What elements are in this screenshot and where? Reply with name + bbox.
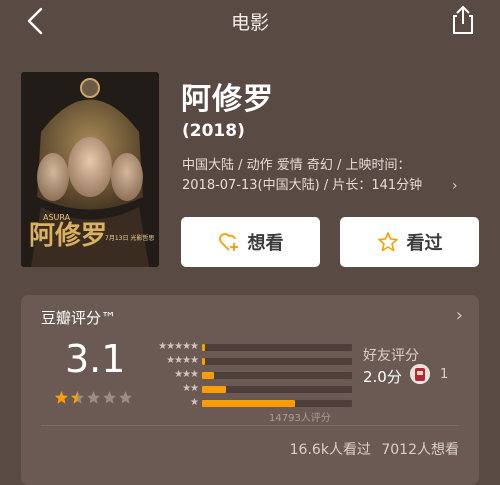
- rating-panel-label: 豆瓣评分™: [41, 309, 117, 327]
- chevron-right-icon: ›: [455, 305, 463, 326]
- distribution-stars-label: ★: [190, 397, 199, 408]
- chevron-right-icon: ›: [452, 178, 458, 194]
- distribution-stars-label: ★★★★★: [158, 341, 199, 352]
- top-bar: 电影: [0, 0, 500, 42]
- movie-title: 阿修罗: [181, 82, 274, 117]
- panel-divider: [41, 425, 459, 426]
- distribution-row: ★★: [146, 383, 361, 395]
- friend-rating-score: 2.0分: [363, 368, 402, 386]
- movie-poster[interactable]: 阿修罗 ASURA 7月13日 光影哲思: [21, 72, 159, 267]
- distribution-bar: [202, 400, 295, 407]
- distribution-track: [202, 386, 352, 393]
- want-to-watch-button[interactable]: 想看: [181, 217, 320, 267]
- want-to-watch-label: 想看: [247, 233, 284, 254]
- distribution-row: ★★★★★: [146, 341, 361, 353]
- svg-text:ASURA: ASURA: [43, 213, 71, 222]
- star-outline-icon: [377, 232, 398, 252]
- watched-button[interactable]: 看过: [340, 217, 479, 267]
- watch-stats: 16.6k人看过 7012人想看: [289, 442, 459, 458]
- distribution-track: [202, 400, 352, 407]
- watched-label: 看过: [406, 233, 443, 254]
- distribution-row: ★★★★: [146, 355, 361, 367]
- rating-star-icon: [71, 391, 84, 404]
- rating-star-icon: [87, 391, 100, 404]
- distribution-bar: [202, 386, 226, 393]
- distribution-stars-label: ★★★: [174, 369, 199, 380]
- distribution-track: [202, 344, 352, 351]
- rating-panel[interactable]: 豆瓣评分™ › 3.1 ★★★★★ ★★★★ ★★★ ★★ ★ 14793人评分 好友评…: [21, 295, 479, 485]
- share-icon[interactable]: [448, 4, 478, 36]
- heart-plus-icon: [218, 233, 238, 251]
- friend-rating-count: 1: [440, 367, 449, 382]
- movie-meta-line2: 2018-07-13(中国大陆) / 片长：141分钟 ›: [182, 176, 472, 196]
- page-title: 电影: [230, 12, 269, 34]
- svg-text:7月13日 光影哲思: 7月13日 光影哲思: [105, 234, 154, 242]
- rating-distribution: ★★★★★ ★★★★ ★★★ ★★ ★: [146, 341, 361, 411]
- distribution-track: [202, 358, 352, 365]
- movie-meta-line1: 中国大陆 / 动作 爱情 奇幻 / 上映时间：: [182, 158, 411, 173]
- poster-logo-text: 阿修罗: [29, 220, 107, 251]
- movie-meta-line2-text: 2018-07-13(中国大陆) / 片长：141分钟: [182, 178, 423, 193]
- rating-stars: [54, 390, 133, 405]
- poster-art: 阿修罗 ASURA 7月13日 光影哲思: [21, 72, 159, 267]
- rating-score: 3.1: [65, 337, 126, 381]
- movie-meta[interactable]: 中国大陆 / 动作 爱情 奇幻 / 上映时间： 2018-07-13(中国大陆)…: [182, 156, 472, 196]
- rating-star-icon: [55, 391, 68, 404]
- rating-star-icon: [119, 391, 132, 404]
- distribution-stars-label: ★★: [182, 383, 199, 394]
- distribution-bar: [202, 344, 205, 351]
- distribution-stars-label: ★★★★: [166, 355, 199, 366]
- rating-vote-count: 14793人评分: [269, 413, 331, 424]
- friend-avatar[interactable]: [410, 364, 430, 384]
- distribution-row: ★: [146, 397, 361, 409]
- rating-star-icon: [103, 391, 116, 404]
- friend-rating-label: 好友评分: [363, 348, 419, 364]
- distribution-bar: [202, 358, 205, 365]
- distribution-bar: [202, 372, 214, 379]
- distribution-row: ★★★: [146, 369, 361, 381]
- distribution-track: [202, 372, 352, 379]
- avatar-image: [410, 364, 430, 384]
- movie-year: (2018): [182, 121, 245, 141]
